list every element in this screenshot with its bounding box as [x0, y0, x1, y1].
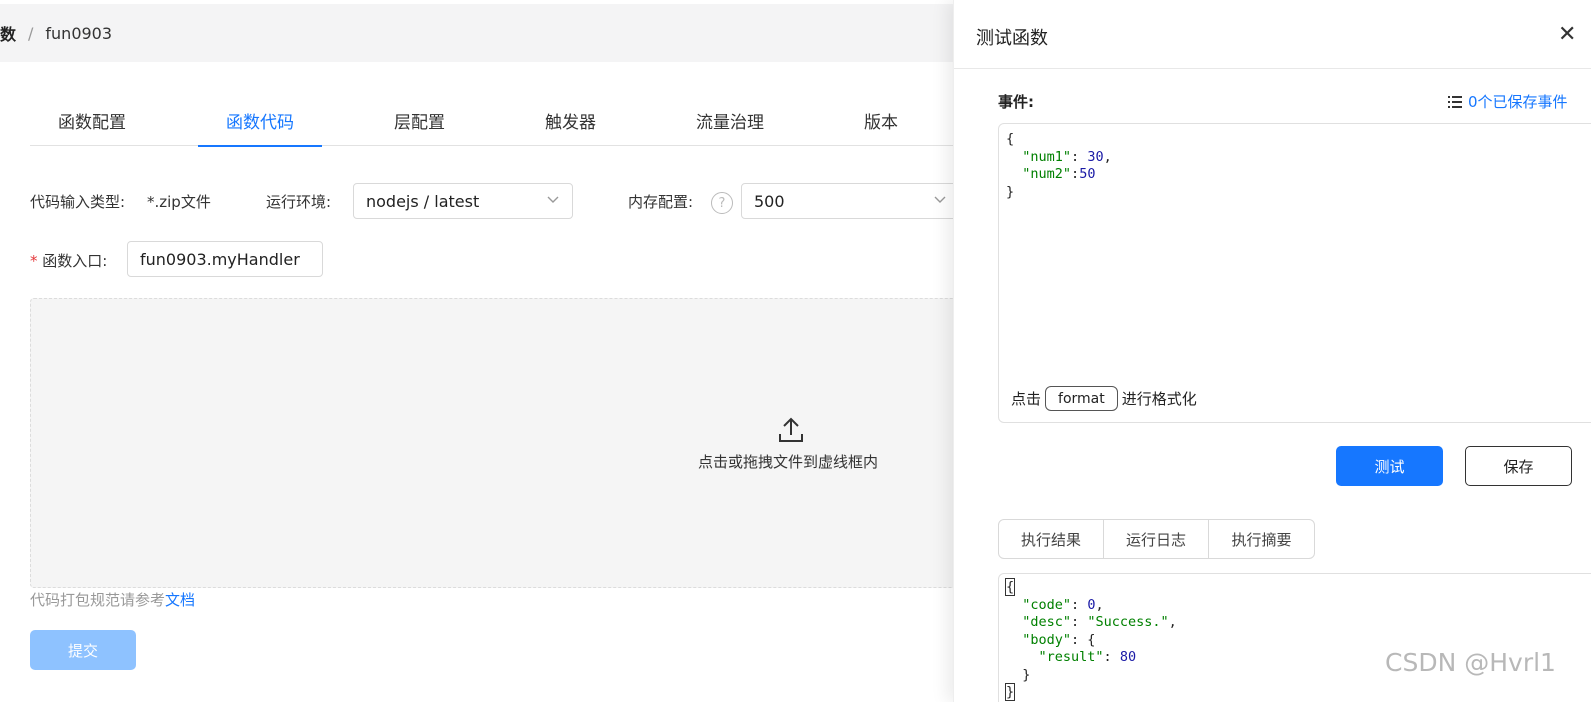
entry-input[interactable] [127, 241, 323, 277]
json-number: 80 [1119, 649, 1137, 665]
memory-select-value: 500 [754, 191, 785, 211]
event-editor[interactable]: { "num1": 30, "num2":50 } 点击 format 进行格式… [998, 123, 1591, 423]
help-icon[interactable]: ? [711, 192, 733, 214]
close-icon[interactable]: ✕ [1558, 24, 1576, 46]
page: 数 / fun0903 函数配置 函数代码 层配置 触发器 流量治理 版本 代码… [0, 0, 1591, 702]
upload-dropzone[interactable] [30, 298, 970, 588]
memory-select[interactable]: 500 [741, 183, 960, 219]
json-key: "result" [1038, 649, 1104, 665]
runtime-label: 运行环境: [266, 193, 332, 211]
tab-triggers[interactable]: 触发器 [517, 96, 624, 146]
docs-link[interactable]: 文档 [165, 591, 195, 609]
entry-label-wrap: * 函数入口: [30, 250, 107, 271]
breadcrumb: 数 / fun0903 [0, 4, 960, 62]
upload-icon [779, 417, 803, 442]
save-button[interactable]: 保存 [1465, 446, 1572, 486]
code-type-value: *.zip文件 [147, 193, 211, 211]
breadcrumb-separator: / [28, 23, 34, 43]
chevron-down-icon [934, 196, 946, 203]
tab-versions[interactable]: 版本 [836, 96, 926, 146]
json-number: 30 [1087, 148, 1104, 165]
main-panel: 数 / fun0903 函数配置 函数代码 层配置 触发器 流量治理 版本 代码… [0, 0, 970, 702]
breadcrumb-prev[interactable]: 数 [0, 21, 16, 45]
result-tab-group: 执行结果 运行日志 执行摘要 [998, 519, 1315, 559]
json-key: "num2" [1022, 166, 1072, 182]
test-function-drawer: 测试函数 ✕ 事件: 0个已保存事件 { "num1": 30, "num2":… [953, 0, 1591, 702]
tab-layer-config[interactable]: 层配置 [366, 96, 473, 146]
code-brace: { [1004, 578, 1016, 596]
drawer-title: 测试函数 [976, 28, 1048, 49]
format-prefix: 点击 [1011, 390, 1042, 408]
format-row: 点击 format 进行格式化 [1011, 386, 1197, 411]
tab-execution-summary[interactable]: 执行摘要 [1209, 520, 1314, 558]
chevron-down-icon [547, 196, 559, 203]
packaging-hint: 代码打包规范请参考文档 [30, 589, 195, 610]
required-mark: * [30, 252, 38, 270]
json-key: "desc" [1022, 614, 1072, 630]
code-brace: { [1006, 131, 1015, 147]
tab-execution-result[interactable]: 执行结果 [999, 520, 1104, 558]
upload-text: 点击或拖拽文件到虚线框内 [698, 453, 879, 471]
json-string: "Success." [1087, 614, 1169, 630]
code-type-label: 代码输入类型: [30, 193, 126, 211]
watermark: CSDN @Hvrl1 [1385, 648, 1556, 677]
tab-function-config[interactable]: 函数配置 [30, 96, 154, 146]
event-label: 事件: [998, 93, 1034, 111]
runtime-select-value: nodejs / latest [366, 191, 480, 211]
list-icon [1448, 95, 1462, 108]
json-key: "code" [1022, 596, 1072, 613]
format-button[interactable]: format [1045, 386, 1118, 411]
submit-button[interactable]: 提交 [30, 630, 136, 670]
result-output[interactable]: { "code": 0, "desc": "Success.", "body":… [998, 573, 1591, 702]
tab-bar: 函数配置 函数代码 层配置 触发器 流量治理 版本 [30, 96, 960, 147]
tab-run-log[interactable]: 运行日志 [1104, 520, 1209, 558]
json-number: 50 [1079, 166, 1096, 182]
hint-text: 代码打包规范请参考 [30, 591, 166, 609]
tab-traffic[interactable]: 流量治理 [668, 96, 792, 146]
result-code: { "code": 0, "desc": "Success.", "body":… [1004, 578, 1177, 701]
breadcrumb-current: fun0903 [45, 23, 113, 43]
json-number: 0 [1087, 596, 1096, 613]
runtime-select[interactable]: nodejs / latest [353, 183, 573, 219]
code-brace: } [1006, 183, 1015, 200]
memory-label: 内存配置: [628, 193, 694, 211]
saved-events-text: 0个已保存事件 [1468, 93, 1568, 111]
code-brace: } [1022, 666, 1031, 683]
json-key: "body" [1022, 631, 1072, 648]
json-key: "num1" [1022, 148, 1072, 165]
tab-function-code[interactable]: 函数代码 [198, 96, 322, 147]
test-button[interactable]: 测试 [1336, 446, 1443, 486]
format-suffix: 进行格式化 [1121, 390, 1197, 408]
entry-label: 函数入口: [42, 252, 108, 270]
event-code[interactable]: { "num1": 30, "num2":50 } [1006, 131, 1112, 201]
drawer-header: 测试函数 ✕ [954, 0, 1591, 69]
saved-events-link[interactable]: 0个已保存事件 [1448, 91, 1568, 112]
code-brace: } [1004, 683, 1016, 701]
